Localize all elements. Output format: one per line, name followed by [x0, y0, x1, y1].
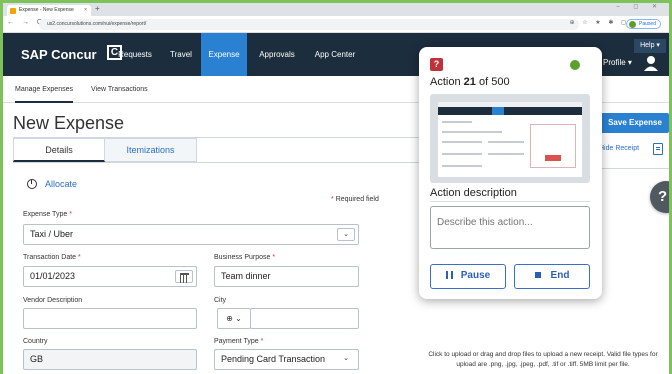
nav-expense[interactable]: Expense — [201, 33, 247, 76]
thumb-line — [442, 165, 482, 167]
address-bar[interactable]: us2.concursolutions.com/nui/expense/repo… — [39, 19, 579, 30]
action-description-input[interactable] — [430, 206, 590, 249]
user-icon[interactable] — [643, 55, 659, 71]
action-total: 500 — [491, 76, 510, 88]
thumb-line — [488, 141, 524, 143]
browser-tab[interactable]: Expense - New Expense × — [7, 5, 91, 16]
payment-type-select[interactable]: Pending Card Transaction ⌄ — [214, 349, 359, 370]
business-purpose-field[interactable]: Team dinner — [214, 266, 359, 287]
profile-menu[interactable]: Profile ▾ — [603, 33, 632, 76]
thumb-line — [442, 121, 472, 123]
action-description-title: Action description — [430, 187, 517, 199]
chevron-down-icon[interactable]: ⌄ — [337, 228, 355, 241]
description-divider — [430, 201, 590, 202]
close-tab-icon[interactable]: × — [84, 5, 87, 16]
profile-avatar-icon — [629, 21, 637, 28]
payment-type-label: Payment Type * — [214, 338, 263, 345]
nav-travel[interactable]: Travel — [161, 33, 201, 76]
pause-icon — [445, 271, 453, 279]
action-of: of — [478, 76, 489, 88]
nav-approvals[interactable]: Approvals — [249, 33, 305, 76]
city-field[interactable] — [250, 308, 359, 329]
city-label: City — [214, 297, 227, 304]
transaction-date-value: 01/01/2023 — [30, 271, 76, 281]
subnav-manage-expenses[interactable]: Manage Expenses — [15, 76, 73, 103]
required-star: * — [78, 254, 81, 261]
save-expense-button[interactable]: Save Expense — [601, 113, 669, 133]
vendor-description-field[interactable] — [23, 308, 197, 329]
tab-itemizations[interactable]: Itemizations — [105, 138, 197, 162]
chevron-down-icon[interactable]: ⌄ — [337, 353, 355, 366]
receipt-divider — [599, 168, 669, 169]
new-tab-button[interactable]: + — [95, 4, 100, 13]
app-logo[interactable]: SAP Concur — [21, 47, 97, 62]
required-note-text: Required field — [335, 196, 379, 203]
expense-type-value: Taxi / Uber — [30, 229, 74, 239]
tab-divider — [13, 162, 423, 163]
thumb-line — [488, 153, 524, 155]
business-purpose-label: Business Purpose * — [214, 254, 275, 261]
pause-label: Pause — [460, 270, 491, 281]
recorder-icon: ? — [658, 188, 668, 205]
required-star: * — [331, 196, 334, 203]
end-button[interactable]: End — [514, 264, 590, 289]
action-current: 21 — [463, 76, 476, 88]
transaction-date-label: Transaction Date * — [23, 254, 81, 261]
hide-receipt-link[interactable]: Hide Receipt — [599, 145, 639, 152]
nav-app-center[interactable]: App Center — [305, 33, 365, 76]
allocate-link[interactable]: Allocate — [45, 179, 77, 189]
page-title: New Expense — [13, 113, 125, 133]
receipt-icon[interactable] — [653, 143, 663, 155]
calendar-icon[interactable] — [175, 270, 193, 283]
required-field-note: * Required field — [331, 196, 379, 203]
thumb-nav — [438, 107, 582, 115]
action-recorder-panel: ? Action 21 of 500 Action description De… — [419, 47, 602, 299]
favicon-icon — [10, 8, 16, 14]
expense-tabs: Details Itemizations — [13, 138, 423, 162]
action-counter: Action 21 of 500 — [430, 76, 510, 88]
expense-type-label-text: Expense Type — [23, 211, 68, 218]
browser-tab-bar: Expense - New Expense × + – ◻ ✕ — [3, 3, 669, 16]
extension-icons[interactable]: ⊕ ☆ ★ ✱ ◻ — [570, 19, 629, 26]
screenshot-thumbnail — [430, 94, 590, 183]
transaction-date-label-text: Transaction Date — [23, 254, 77, 261]
pause-button[interactable]: Pause — [430, 264, 506, 289]
recorder-fab[interactable]: ? — [650, 181, 669, 213]
subnav-view-transactions[interactable]: View Transactions — [91, 76, 148, 103]
thumb-line — [442, 131, 502, 133]
thumb-line — [442, 153, 482, 155]
browser-tab-title: Expense - New Expense — [19, 7, 74, 13]
payment-type-label-text: Payment Type — [214, 338, 259, 345]
expense-type-label: Expense Type * — [23, 211, 72, 218]
vendor-description-label: Vendor Description — [23, 297, 83, 304]
window-controls[interactable]: – ◻ ✕ — [616, 3, 663, 10]
thumb-line — [442, 141, 482, 143]
action-word: Action — [430, 76, 461, 88]
country-field[interactable]: GB — [23, 349, 197, 370]
browser-profile-button[interactable]: Paused — [626, 19, 661, 29]
tab-details[interactable]: Details — [13, 138, 105, 162]
country-label: Country — [23, 338, 48, 345]
help-menu[interactable]: Help ▾ — [634, 39, 666, 53]
payment-type-value: Pending Card Transaction — [221, 354, 326, 364]
stop-icon — [534, 272, 541, 278]
profile-state-label: Paused — [639, 21, 656, 27]
required-star: * — [260, 338, 264, 345]
receipt-upload-area[interactable]: Click to upload or drag and drop files t… — [423, 350, 663, 370]
end-label: End — [550, 270, 570, 281]
expense-type-select[interactable]: Taxi / Uber ⌄ — [23, 224, 359, 245]
nav-requests[interactable]: Requests — [111, 33, 159, 76]
transaction-date-field[interactable]: 01/01/2023 — [23, 266, 197, 287]
thumb-modal — [530, 124, 576, 168]
browser-toolbar: ← → C us2.concursolutions.com/nui/expens… — [3, 16, 669, 33]
recording-status-icon — [570, 60, 580, 70]
business-purpose-label-text: Business Purpose — [214, 254, 271, 261]
required-star: * — [272, 254, 276, 261]
globe-icon[interactable]: ⊕ ⌄ — [217, 308, 251, 329]
recorder-logo-icon: ? — [430, 58, 443, 71]
pie-chart-icon[interactable] — [27, 179, 37, 189]
screen-frame: Expense - New Expense × + – ◻ ✕ ← → C us… — [3, 3, 669, 374]
required-star: * — [69, 211, 72, 218]
